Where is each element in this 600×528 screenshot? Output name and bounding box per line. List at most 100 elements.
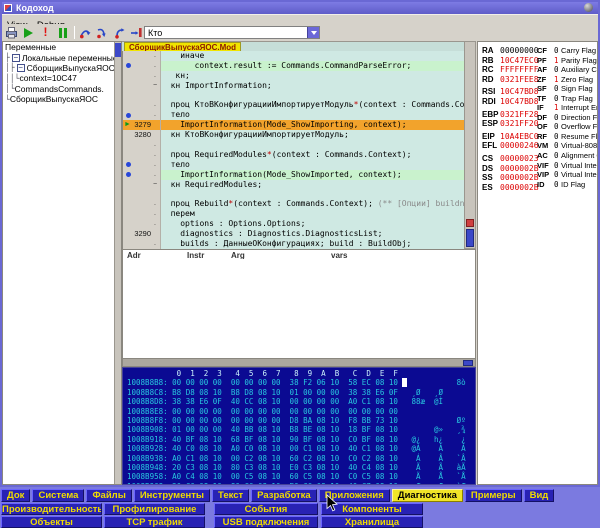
scrollbar-thumb[interactable] [463,360,473,366]
taskbar-tab-производительность[interactable]: Производительность [1,503,102,515]
taskbar-tab-объекты[interactable]: Объекты [1,516,102,528]
code-line-margin[interactable]: − [123,179,161,190]
code-line[interactable]: . options : Options.Options; [123,219,464,230]
memory-row[interactable]: 1008B8C8: B8 D8 08 10 B8 D8 08 10 01 00 … [127,388,475,397]
tree-item[interactable]: └ СборщикВыпускаЯОС [3,94,121,104]
taskbar-tab-док[interactable]: Док [1,489,31,502]
tree-item[interactable]: ├ − Локальные переменные [3,52,121,63]
code-line-text[interactable]: тело [161,160,464,170]
titlebar[interactable]: Кодоход [2,2,598,14]
code-line[interactable]: . иначе [123,51,464,61]
code-line-text[interactable]: кн RequiredModules; [161,180,464,190]
code-line[interactable]: 3280 кн КтоВКонфигурацииИмпортируетМодуль… [123,130,464,141]
code-line-text[interactable]: проц КтоВКонфигурацииИмпортируетМодуль*(… [161,100,464,110]
tree-collapse-box[interactable]: − [16,63,25,72]
step-out-icon[interactable] [113,26,126,39]
run-icon[interactable] [22,26,35,39]
code-line-text[interactable]: ImportInformation(Mode_ShowImported, con… [161,169,464,180]
memory-row[interactable]: 1008B8E8: 00 00 00 00 00 00 00 00 00 00 … [127,407,475,416]
code-line-text[interactable]: кн КтоВКонфигурацииИмпортируетМодуль; [161,130,464,140]
tree-item[interactable]: │└ CommandsCommands. [3,84,121,94]
taskbar-tab-tcp-трафик[interactable]: TCP трафик [104,516,205,528]
code-line[interactable]: . кн; [123,70,464,81]
code-line-margin[interactable]: . [123,159,161,170]
tree-item[interactable]: ││└ context=10C47 [3,73,121,83]
code-line-margin[interactable]: . [123,199,161,210]
printer-icon[interactable] [5,26,18,39]
code-line-margin[interactable]: ► 3279 [123,120,161,131]
memory-row[interactable]: 1008B948: 20 C3 08 10 80 C3 08 10 E0 C3 … [127,463,475,472]
code-line-text[interactable]: builds : ДанныеОКонфигурациях; build : B… [161,239,464,249]
code-line-margin[interactable]: . [123,219,161,230]
scrollbar-thumb[interactable] [466,229,474,247]
code-line-text[interactable]: перем [161,209,464,219]
code-line[interactable]: . builds : ДанныеОКонфигурациях; build : … [123,238,464,249]
code-line-margin[interactable]: . [123,70,161,81]
code-line-margin[interactable]: . [123,238,161,249]
code-line-margin[interactable]: . [123,110,161,121]
code-line-margin[interactable]: 3280 [123,130,161,141]
code-line-margin[interactable]: . [123,60,161,71]
interrupt-icon[interactable]: ! [39,26,52,39]
memory-row[interactable]: 1008B958: A0 C4 08 10 00 C5 08 10 60 C5 … [127,472,475,481]
code-line[interactable]: . ImportInformation(Mode_ShowImported, co… [123,169,464,180]
taskbar-tab-диагностика[interactable]: Диагностика [391,489,463,502]
taskbar-tab-приложения[interactable]: Приложения [318,489,390,502]
code-line[interactable]: . проц Rebuild*(context : Commands.Contex… [123,199,464,210]
code-line-text[interactable]: options : Options.Options; [161,219,464,229]
code-line[interactable]: 3290 diagnostics : Diagnostics.Diagnostic… [123,229,464,239]
disassembly-panel[interactable] [122,259,476,358]
code-line[interactable]: . проц КтоВКонфигурацииИмпортируетМодуль*… [123,100,464,111]
code-line-text[interactable] [161,189,464,199]
taskbar-tab-система[interactable]: Система [32,489,85,502]
scrollbar-thumb[interactable] [115,43,121,57]
breakpoint-dot-icon[interactable] [126,172,131,178]
code-line-margin[interactable]: . [123,209,161,220]
code-line-text[interactable]: кн; [161,71,464,81]
command-combobox-value[interactable]: Кто [148,27,162,39]
code-line-text[interactable]: кн ImportInformation; [161,81,464,91]
code-line-margin[interactable]: . [123,51,161,61]
code-line-margin[interactable]: . [123,149,161,160]
step-into-icon[interactable] [96,26,109,39]
memory-row[interactable]: 1008B8F8: 00 00 00 00 00 00 00 00 D8 BA … [127,416,475,425]
code-line-text[interactable]: context.result := Commands.CommandParseE… [161,60,464,71]
code-line-text[interactable] [161,140,464,150]
code-line[interactable]: − кн ImportInformation; [123,80,464,91]
breakpoint-dot-icon[interactable] [126,162,131,168]
taskbar-tab-разработка[interactable]: Разработка [251,489,317,502]
code-line-margin[interactable]: . [123,140,161,150]
taskbar-tab-usb-подключения[interactable]: USB подключения [214,516,318,528]
tree-collapse-box[interactable]: − [11,53,20,62]
code-line-text[interactable]: тело [161,110,464,120]
tree-item[interactable]: │├ − СборщикВыпускаЯОС [3,63,121,73]
memory-row[interactable]: 1008B968: 20 C6 08 10 80 C6 08 10 E0 C6 … [127,482,475,484]
taskbar-tab-инструменты[interactable]: Инструменты [133,489,210,502]
taskbar-tab-хранилища[interactable]: Хранилища [321,516,423,528]
memory-row[interactable]: 1008B938: A0 C1 08 10 00 C2 08 10 60 C2 … [127,454,475,463]
breakpoint-dot-icon[interactable] [126,112,131,118]
taskbar-tab-профилирование[interactable]: Профилирование [104,503,205,515]
code-line[interactable] [123,189,464,200]
code-line-margin[interactable] [123,189,161,200]
code-scrollbar[interactable] [464,41,476,249]
memory-row[interactable]: 1008B918: 40 BF 08 10 68 BF 08 10 90 BF … [127,435,475,444]
code-line[interactable]: . проц RequiredModules*(context : Command… [123,149,464,160]
code-editor[interactable]: . иначе. context.result := Commands.Comman… [122,51,464,249]
command-combobox[interactable]: Кто [144,26,320,39]
memory-row[interactable]: 1008B908: 01 00 00 00 40 BB 08 10 B8 BE … [127,425,475,434]
code-line[interactable]: − кн RequiredModules; [123,179,464,190]
taskbar-tab-примеры[interactable]: Примеры [464,489,522,502]
memory-row[interactable]: 1008B8B8: 00 00 00 00 00 00 00 00 38 F2 … [127,378,475,388]
memory-hexdump[interactable]: 0 1 2 3 4 5 6 7 8 9 A B C D E F 1008B8B8… [122,367,476,485]
code-line-text[interactable]: проц Rebuild*(context : Commands.Context… [161,199,464,209]
variables-scrollbar[interactable] [114,42,121,484]
code-line[interactable]: . перем [123,209,464,220]
taskbar-tab-текст[interactable]: Текст [211,489,250,502]
window-menu-button[interactable] [584,3,593,12]
run-to-caret-icon[interactable] [130,26,143,39]
step-over-icon[interactable] [79,26,92,39]
breakpoint-dot-icon[interactable] [126,63,131,69]
taskbar-tab-компоненты[interactable]: Компоненты [321,503,423,515]
code-line-margin[interactable]: . [123,100,161,111]
